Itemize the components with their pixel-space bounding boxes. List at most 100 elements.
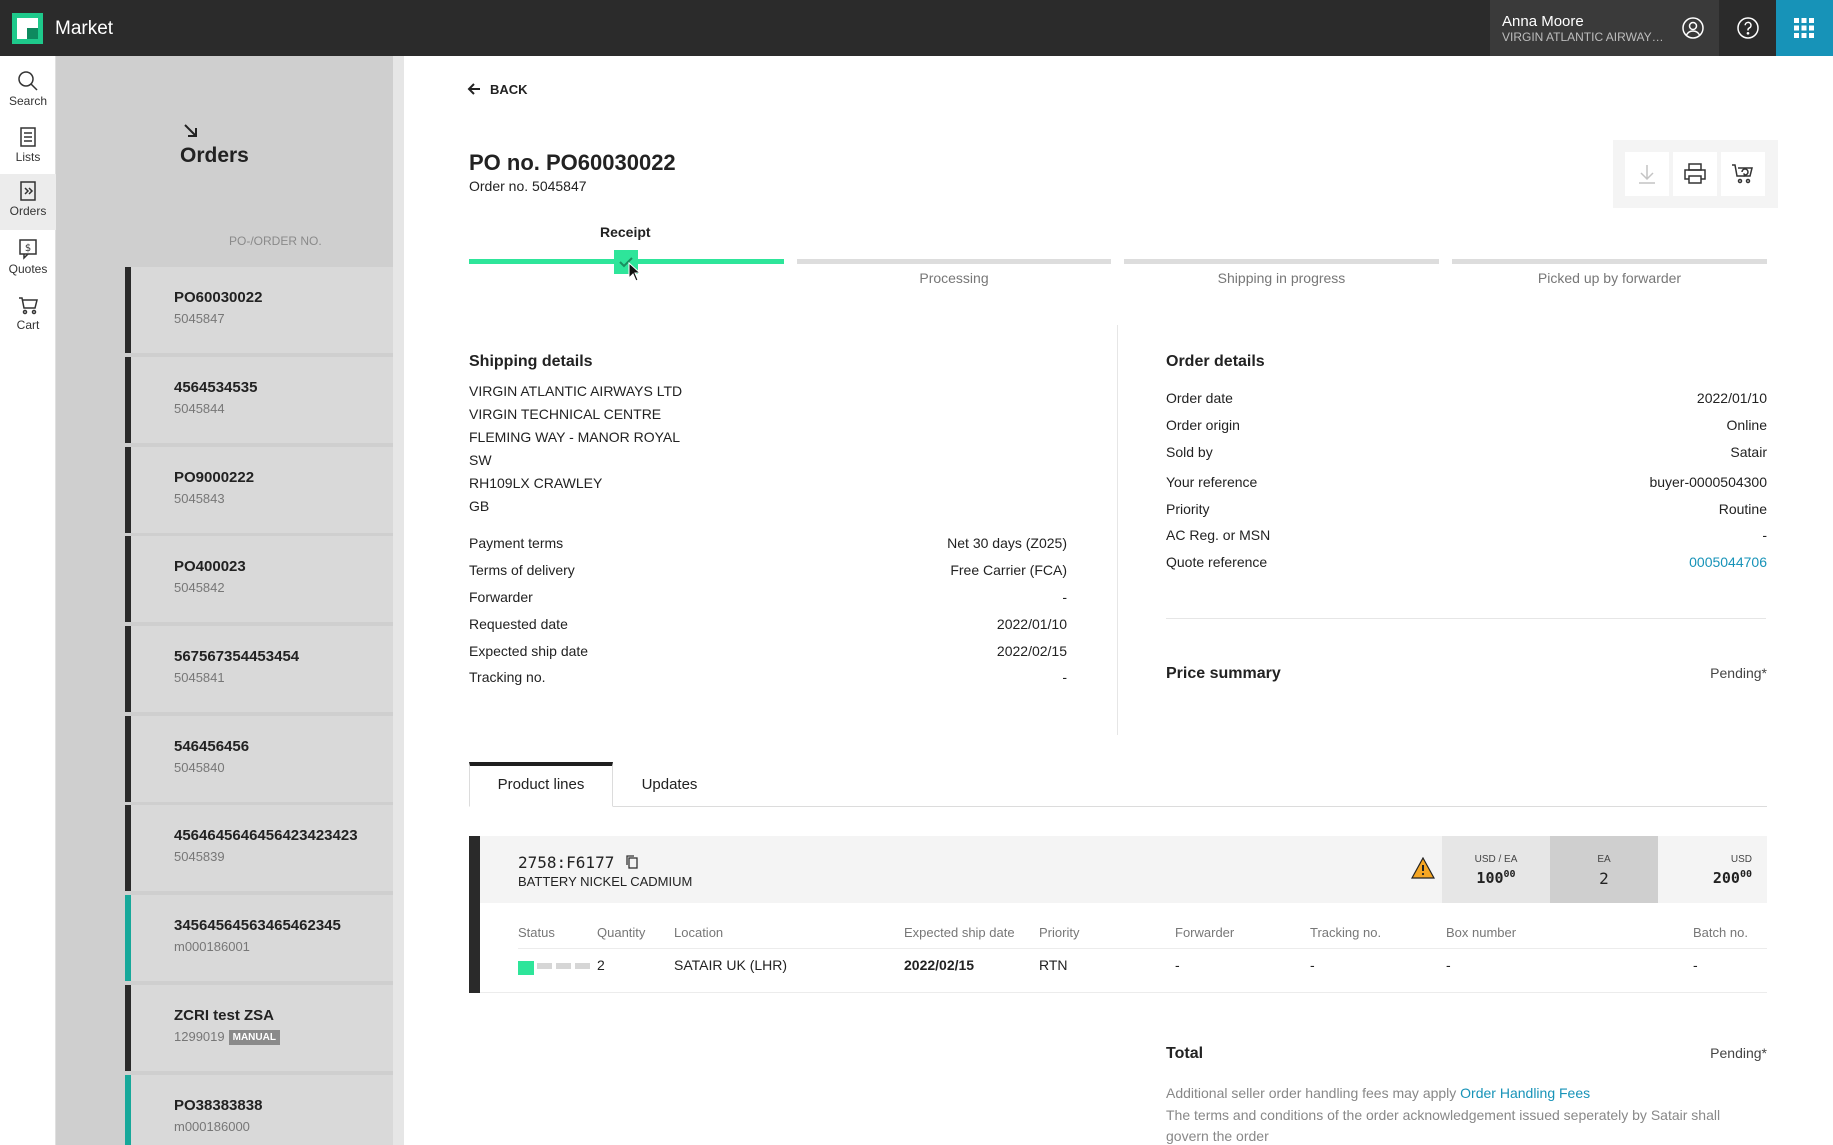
nav-orders-label: Orders xyxy=(9,204,47,218)
status-step-3 xyxy=(556,963,571,969)
your-reference-label: Your reference xyxy=(1166,474,1258,490)
order-card[interactable]: ZCRI test ZSA 1299019 MANUAL xyxy=(125,985,393,1071)
price-summary-value: Pending* xyxy=(1710,665,1767,681)
requested-date-label: Requested date xyxy=(469,616,568,632)
nav-search[interactable]: Search xyxy=(0,64,56,118)
product-line-accent xyxy=(469,836,480,993)
order-card[interactable]: 34564564563465462345 m000186001 xyxy=(125,895,393,981)
order-card[interactable]: PO400023 5045842 xyxy=(125,536,393,622)
order-details-divider xyxy=(1166,618,1766,619)
order-no: 5045842 xyxy=(174,580,225,595)
payment-terms-label: Payment terms xyxy=(469,535,564,551)
nav-cart[interactable]: Cart xyxy=(0,288,56,342)
address-line: VIRGIN TECHNICAL CENTRE xyxy=(469,406,662,422)
orders-title: Orders xyxy=(180,144,249,167)
search-icon xyxy=(18,71,38,91)
orders-scrollbar[interactable] xyxy=(393,56,404,1145)
list-icon xyxy=(20,127,36,147)
forwarder-label: Forwarder xyxy=(469,589,533,605)
row-quantity: 2 xyxy=(597,957,605,973)
order-no: 5045843 xyxy=(174,491,225,506)
unit-price-caption: USD / EA xyxy=(1474,854,1518,865)
address-line: RH109LX CRAWLEY xyxy=(469,475,603,491)
apps-grid-icon xyxy=(1794,18,1814,38)
order-no: 5045839 xyxy=(174,849,225,864)
printer-icon xyxy=(1684,163,1706,184)
forwarder-value: - xyxy=(1062,589,1067,605)
shipping-details-title: Shipping details xyxy=(469,353,593,370)
order-card[interactable]: 567567354453454 5045841 xyxy=(125,626,393,712)
copy-icon[interactable] xyxy=(625,854,639,870)
app-logo[interactable] xyxy=(12,13,43,44)
col-forwarder: Forwarder xyxy=(1175,925,1235,940)
reorder-button[interactable] xyxy=(1721,152,1765,196)
order-date-label: Order date xyxy=(1166,390,1233,406)
help-icon xyxy=(1737,17,1759,39)
order-card[interactable]: PO38383838 m000186000 xyxy=(125,1075,393,1145)
cart-icon xyxy=(19,297,38,315)
svg-text:$: $ xyxy=(25,243,31,254)
progress-segment-shipping xyxy=(1124,259,1439,264)
expected-ship-date-value: 2022/02/15 xyxy=(996,643,1067,659)
order-date-value: 2022/01/10 xyxy=(1696,390,1767,406)
apps-button[interactable] xyxy=(1776,0,1833,56)
nav-quotes[interactable]: $ Quotes xyxy=(0,232,56,286)
orders-column-header: PO-/ORDER NO. xyxy=(229,234,322,248)
address-line: VIRGIN ATLANTIC AIRWAYS LTD xyxy=(469,383,683,399)
nav-orders[interactable]: Orders xyxy=(0,174,56,230)
status-step-2 xyxy=(537,963,552,969)
page-title: PO no. PO60030022 xyxy=(469,150,676,175)
tab-product-lines[interactable]: Product lines xyxy=(469,762,613,807)
order-po: 4564534535 xyxy=(174,379,258,396)
order-card[interactable]: 4564534535 5045844 xyxy=(125,357,393,443)
row-priority: RTN xyxy=(1039,957,1068,973)
nav-lists[interactable]: Lists xyxy=(0,120,56,174)
top-bar: Market Anna Moore VIRGIN ATLANTIC AIRWAY… xyxy=(0,0,1833,56)
order-no: 5045841 xyxy=(174,670,225,685)
order-card[interactable]: 546456456 5045840 xyxy=(125,716,393,802)
nav-cart-label: Cart xyxy=(16,318,40,332)
price-summary-title: Price summary xyxy=(1166,665,1281,682)
order-po: PO38383838 xyxy=(174,1097,263,1114)
total-title: Total xyxy=(1166,1045,1204,1062)
order-po: 34564564563465462345 xyxy=(174,917,341,934)
download-icon xyxy=(1639,165,1655,184)
order-card[interactable]: 4564645646456423423423 5045839 xyxy=(125,805,393,891)
ac-reg-value: - xyxy=(1762,527,1767,543)
progress-segment-picked-up xyxy=(1452,259,1767,264)
user-menu[interactable]: Anna Moore VIRGIN ATLANTIC AIRWAYS LTD xyxy=(1490,0,1719,56)
download-button[interactable] xyxy=(1625,152,1669,196)
order-po: 546456456 xyxy=(174,738,250,755)
print-button[interactable] xyxy=(1673,152,1717,196)
your-reference-value: buyer-0000504300 xyxy=(1649,474,1767,490)
order-card[interactable]: PO9000222 5045843 xyxy=(125,447,393,533)
order-card[interactable]: PO60030022 5045847 xyxy=(125,267,393,353)
progress-segment-processing xyxy=(797,259,1111,264)
order-po: ZCRI test ZSA xyxy=(174,1007,275,1024)
warning-icon[interactable] xyxy=(1411,857,1435,879)
sold-by-value: Satair xyxy=(1730,444,1767,460)
step-label-shipping: Shipping in progress xyxy=(1217,270,1346,286)
row-location: SATAIR UK (LHR) xyxy=(674,957,788,973)
terms-note-line1: The terms and conditions of the order ac… xyxy=(1166,1107,1721,1123)
tracking-no-label: Tracking no. xyxy=(469,669,546,685)
unit-price-int: 100 xyxy=(1476,869,1504,887)
order-no: m000186001 xyxy=(174,939,250,954)
terms-of-delivery-value: Free Carrier (FCA) xyxy=(950,562,1067,578)
order-details-title: Order details xyxy=(1166,353,1265,370)
order-origin-value: Online xyxy=(1726,417,1767,433)
order-handling-fees-link[interactable]: Order Handling Fees xyxy=(1460,1085,1590,1101)
ac-reg-label: AC Reg. or MSN xyxy=(1166,527,1271,543)
quote-reference-link[interactable]: 0005044706 xyxy=(1689,554,1767,570)
user-account-icon[interactable] xyxy=(1681,16,1705,40)
row-batch: - xyxy=(1693,957,1698,973)
app-title: Market xyxy=(55,18,114,39)
order-no: 5045844 xyxy=(174,401,225,416)
priority-value: Routine xyxy=(1718,501,1767,517)
tab-updates[interactable]: Updates xyxy=(613,762,726,807)
help-button[interactable] xyxy=(1719,0,1776,56)
row-box: - xyxy=(1446,957,1451,973)
priority-label: Priority xyxy=(1166,501,1210,517)
status-step-1 xyxy=(518,961,534,975)
order-origin-label: Order origin xyxy=(1166,417,1240,433)
